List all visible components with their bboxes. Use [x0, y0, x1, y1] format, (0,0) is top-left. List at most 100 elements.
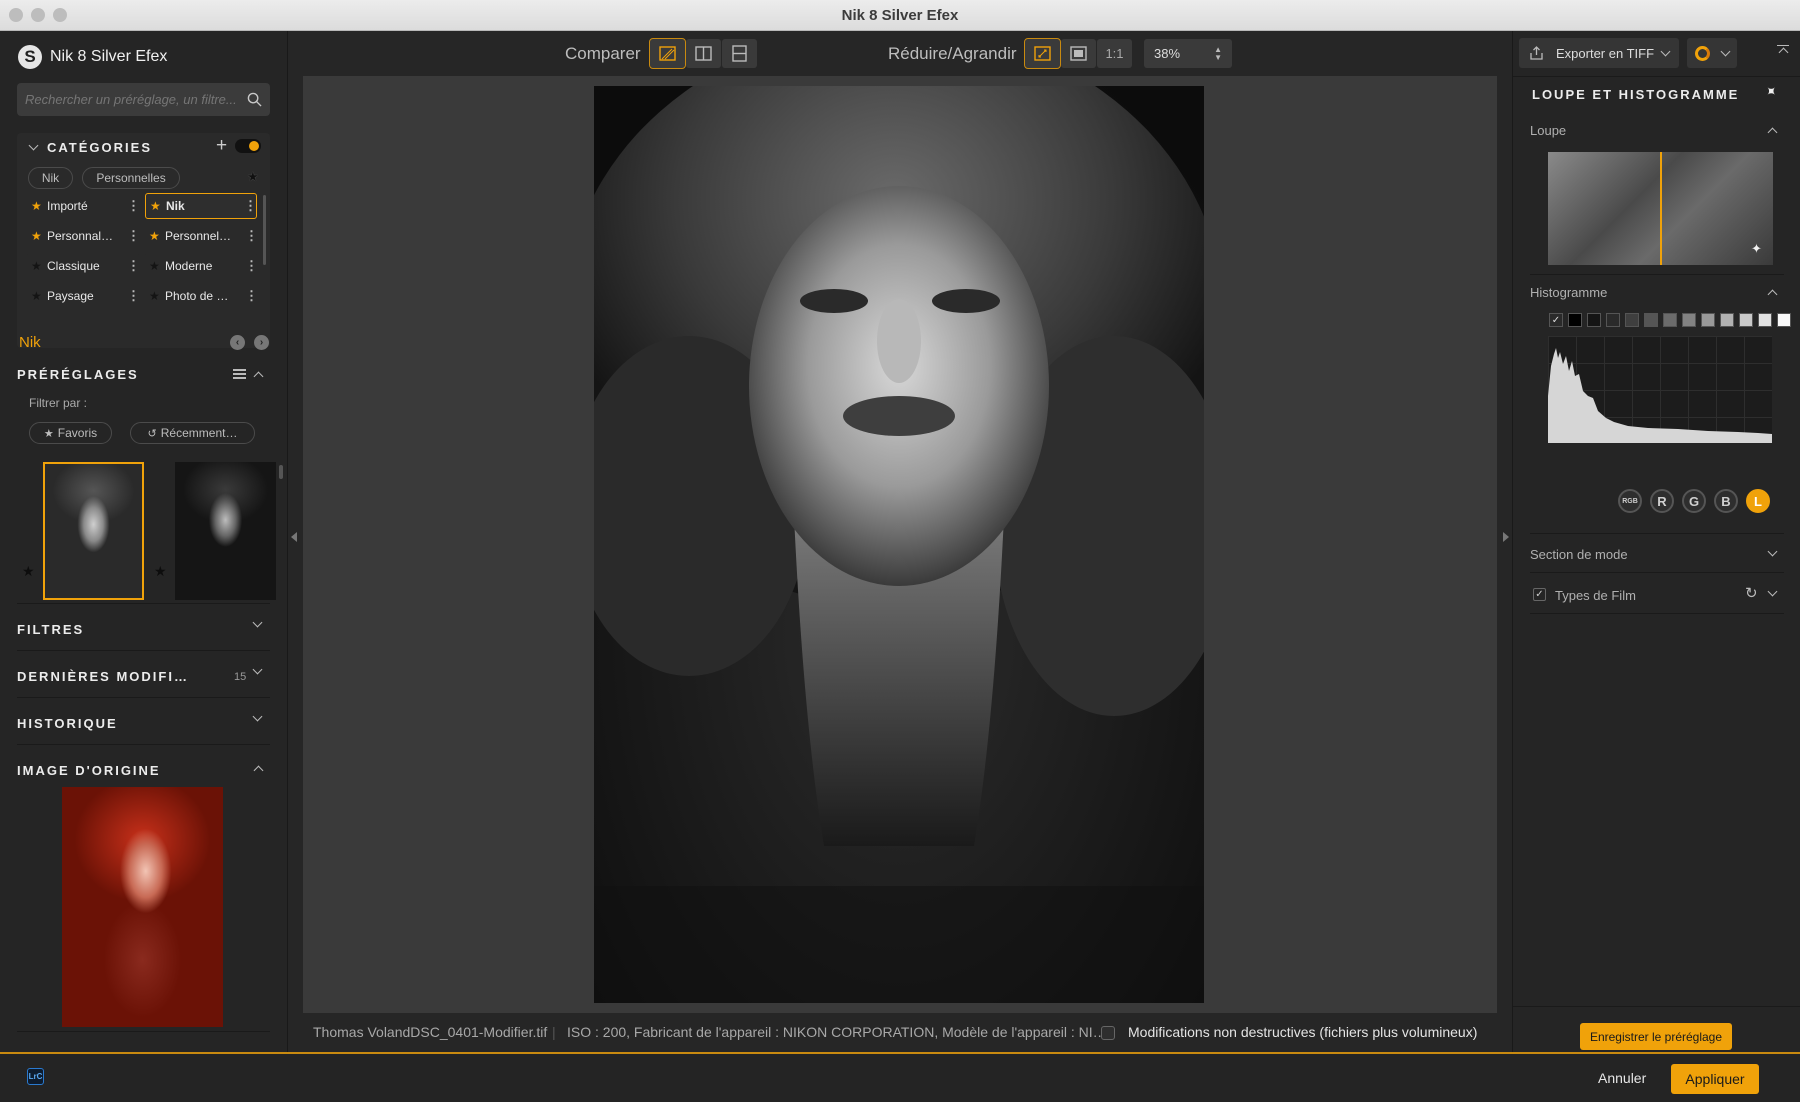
plugin-switch-button[interactable] — [1687, 38, 1737, 68]
loupe-pin-icon[interactable]: ✦ — [1751, 241, 1762, 257]
compare-split-view-button[interactable] — [686, 39, 721, 68]
nondestructive-checkbox[interactable] — [1101, 1026, 1115, 1040]
more-options-icon[interactable]: ⋮ — [127, 198, 140, 214]
pin-icon[interactable]: ✦ — [1761, 81, 1781, 101]
app-window: Nik 8 Silver Efex S Nik 8 Silver Efex CA… — [0, 0, 1800, 1102]
loupe-preview[interactable]: ✦ — [1548, 152, 1773, 265]
histogram-collapse-icon[interactable] — [1767, 289, 1778, 300]
more-options-icon[interactable]: ⋮ — [244, 198, 257, 214]
more-options-icon[interactable]: ⋮ — [245, 228, 258, 244]
divider — [17, 603, 270, 604]
preset-thumbnail-1[interactable] — [43, 462, 144, 600]
add-category-icon[interactable]: + — [216, 135, 227, 157]
category-item-importe[interactable]: ★ Importé ⋮ — [27, 193, 140, 219]
status-bar: Thomas VolandDSC_0401-Modifier.tif | ISO… — [303, 1013, 1497, 1052]
zoom-level-field[interactable]: 38% ▲ ▼ — [1144, 39, 1232, 68]
filters-expand-icon[interactable] — [252, 617, 263, 628]
presets-collapse-icon[interactable] — [253, 371, 264, 382]
list-view-icon[interactable] — [233, 369, 246, 379]
star-icon[interactable]: ★ — [149, 289, 165, 303]
preset-thumbnail-2[interactable] — [175, 462, 276, 600]
channel-g-button[interactable]: G — [1682, 489, 1706, 513]
search-icon[interactable] — [247, 92, 262, 107]
category-tab-nik[interactable]: Nik — [28, 167, 73, 189]
more-options-icon[interactable]: ⋮ — [127, 258, 140, 274]
filter-recent-button[interactable]: ↺ Récemment… — [130, 422, 255, 444]
presets-scrollbar[interactable] — [279, 465, 283, 479]
split-view-icon — [695, 46, 712, 61]
more-options-icon[interactable]: ⋮ — [245, 288, 258, 304]
category-item-classique[interactable]: ★ Classique ⋮ — [27, 253, 140, 279]
loupe-collapse-icon[interactable] — [1767, 127, 1778, 138]
compare-single-view-button[interactable] — [649, 38, 686, 69]
star-icon[interactable]: ★ — [150, 199, 166, 213]
save-preset-button[interactable]: Enregistrer le préréglage — [1580, 1023, 1732, 1050]
preset-favorite-star-1[interactable]: ★ — [22, 563, 35, 580]
histogram-header: Histogramme — [1530, 285, 1608, 300]
star-icon[interactable]: ★ — [31, 199, 47, 213]
next-group-icon[interactable]: › — [254, 335, 269, 350]
channel-rgb-button[interactable]: RGB — [1618, 489, 1642, 513]
star-icon[interactable]: ★ — [149, 229, 165, 243]
channel-b-button[interactable]: B — [1714, 489, 1738, 513]
preset-favorite-star-2[interactable]: ★ — [154, 563, 167, 580]
highlight-clipping-toggle[interactable] — [1777, 313, 1791, 327]
film-types-checkbox[interactable]: ✓ — [1533, 588, 1546, 601]
compare-side-by-side-button[interactable] — [722, 39, 757, 68]
stacked-view-icon — [732, 45, 747, 62]
apply-button[interactable]: Appliquer — [1671, 1064, 1759, 1094]
presets-title: PRÉRÉGLAGES — [17, 367, 139, 382]
app-logo-icon: S — [18, 45, 42, 69]
more-options-icon[interactable]: ⋮ — [127, 228, 140, 244]
shadow-clipping-toggle[interactable]: ✓ — [1549, 313, 1563, 327]
film-types-expand-icon[interactable] — [1767, 586, 1778, 597]
cancel-button[interactable]: Annuler — [1598, 1070, 1646, 1086]
filter-favorites-button[interactable]: ★ Favoris — [29, 422, 112, 444]
single-view-icon — [659, 46, 676, 61]
star-icon[interactable]: ★ — [149, 259, 165, 273]
category-tab-personnelles[interactable]: Personnelles — [82, 167, 180, 189]
nik-collection-icon — [1695, 45, 1710, 61]
app-name: Nik 8 Silver Efex — [50, 48, 168, 65]
favorite-filter-icon[interactable]: ★ — [247, 169, 259, 185]
search-input[interactable] — [25, 92, 247, 107]
collapse-right-panel-icon[interactable] — [1503, 532, 1509, 542]
categories-toggle[interactable] — [235, 139, 261, 153]
mode-section-expand-icon[interactable] — [1767, 546, 1778, 557]
categories-collapse-icon[interactable] — [28, 140, 39, 151]
category-item-paysage[interactable]: ★ Paysage ⋮ — [27, 283, 140, 309]
more-options-icon[interactable]: ⋮ — [127, 288, 140, 304]
collapse-top-icon[interactable] — [1777, 45, 1789, 58]
fit-to-screen-button[interactable] — [1024, 38, 1061, 69]
history-expand-icon[interactable] — [252, 711, 263, 722]
preview-image[interactable] — [594, 86, 1204, 1003]
last-changes-expand-icon[interactable] — [252, 664, 263, 675]
category-item-personnel[interactable]: ★ Personnel… ⋮ — [145, 223, 258, 249]
categories-scrollbar[interactable] — [263, 195, 266, 265]
channel-r-button[interactable]: R — [1650, 489, 1674, 513]
star-icon[interactable]: ★ — [31, 259, 47, 273]
preset-group-label: Nik — [19, 334, 41, 351]
divider — [17, 697, 270, 698]
export-dropdown-icon[interactable] — [1660, 46, 1671, 57]
film-types-reset-icon[interactable]: ↻ — [1745, 584, 1758, 602]
category-item-personnalise[interactable]: ★ Personnal… ⋮ — [27, 223, 140, 249]
more-options-icon[interactable]: ⋮ — [245, 258, 258, 274]
previous-group-icon[interactable]: ‹ — [230, 335, 245, 350]
actual-size-button[interactable]: 1:1 — [1097, 39, 1132, 68]
compare-label: Comparer — [565, 44, 641, 63]
star-icon[interactable]: ★ — [31, 229, 47, 243]
collapse-left-panel-icon[interactable] — [291, 532, 297, 542]
category-item-photo[interactable]: ★ Photo de … ⋮ — [145, 283, 258, 309]
channel-l-button[interactable]: L — [1746, 489, 1770, 513]
category-item-nik[interactable]: ★ Nik ⋮ — [145, 193, 257, 219]
category-item-moderne[interactable]: ★ Moderne ⋮ — [145, 253, 258, 279]
fill-screen-button[interactable] — [1061, 39, 1096, 68]
star-icon[interactable]: ★ — [31, 289, 47, 303]
plugin-dropdown-icon[interactable] — [1720, 46, 1731, 57]
categories-title: CATÉGORIES — [47, 140, 152, 155]
original-image-collapse-icon[interactable] — [253, 765, 264, 776]
export-tiff-button[interactable]: Exporter en TIFF — [1519, 38, 1679, 68]
zoom-stepper-icon[interactable]: ▲ ▼ — [1214, 45, 1222, 62]
search-box[interactable] — [17, 83, 270, 116]
